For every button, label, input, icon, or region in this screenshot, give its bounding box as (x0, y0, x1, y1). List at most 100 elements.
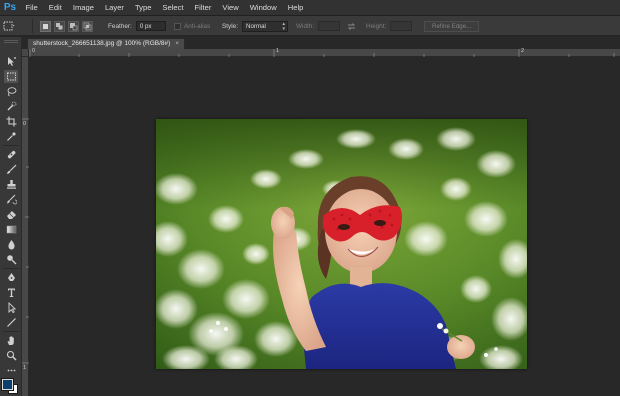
clone-stamp-tool[interactable] (4, 178, 18, 191)
shape-tool[interactable] (4, 316, 18, 329)
menu-select[interactable]: Select (157, 0, 189, 16)
blur-tool[interactable] (4, 238, 18, 251)
foreground-color-swatch[interactable] (1, 378, 14, 391)
width-label: Width: (296, 22, 315, 30)
document-photo[interactable] (156, 119, 527, 369)
intersect-selection-button[interactable] (82, 20, 93, 32)
photoshop-logo: Ps (3, 2, 17, 13)
tool-preset-picker[interactable] (3, 19, 33, 33)
ruler-label: 1 (276, 48, 280, 54)
type-tool[interactable] (4, 286, 18, 299)
vertical-ruler[interactable]: 0 1 (22, 57, 29, 396)
pen-icon (7, 273, 15, 281)
toolbar-divider (3, 145, 19, 146)
width-field[interactable] (318, 21, 341, 31)
crop-tool[interactable] (4, 115, 18, 128)
style-select[interactable]: Normal ▴ ▾ (241, 20, 288, 32)
color-swatches (1, 378, 20, 395)
toolbar-divider (3, 331, 19, 332)
horizontal-ruler-ticks (29, 49, 615, 57)
new-selection-icon (43, 23, 48, 29)
photo-girl-in-red-mask (156, 119, 527, 369)
gradient-tool[interactable] (4, 223, 18, 236)
stamp-icon (6, 180, 16, 189)
eraser-icon (6, 211, 16, 219)
swap-arrows-icon[interactable] (347, 22, 356, 31)
pen-tool[interactable] (4, 271, 18, 284)
history-brush-tool[interactable] (4, 193, 18, 206)
eraser-tool[interactable] (4, 208, 18, 221)
move-icon (7, 57, 16, 66)
bandage-icon (7, 150, 15, 159)
new-selection-button[interactable] (40, 20, 51, 32)
style-select-value: Normal (245, 22, 266, 30)
eyedropper-icon (6, 132, 16, 141)
quick-selection-tool[interactable] (4, 100, 18, 113)
intersect-selection-icon (83, 22, 92, 30)
document-tab-bar: shutterstock_266651138.jpg @ 100% (RGB/8… (22, 37, 620, 49)
ruler-label: 0 (23, 121, 27, 127)
menu-image[interactable]: Image (67, 0, 99, 16)
updown-arrows-icon: ▴ ▾ (282, 20, 285, 32)
quick-selection-icon (7, 101, 16, 111)
height-label: Height: (366, 22, 387, 30)
subtract-selection-icon (70, 22, 78, 30)
document-tab[interactable]: shutterstock_266651138.jpg @ 100% (RGB/8… (27, 38, 186, 49)
menu-file[interactable]: File (20, 0, 43, 16)
ruler-origin[interactable] (22, 49, 29, 57)
refine-edge-button[interactable]: Refine Edge... (424, 20, 480, 32)
eyedropper-tool[interactable] (4, 130, 18, 143)
more-tools[interactable] (4, 364, 18, 377)
menu-edit[interactable]: Edit (43, 0, 67, 16)
hand-tool[interactable] (4, 334, 18, 347)
lasso-icon (7, 87, 16, 97)
menu-view[interactable]: View (217, 0, 244, 16)
brush-icon (6, 164, 16, 174)
lasso-tool[interactable] (4, 85, 18, 98)
options-bar: Feather: 0 px Anti-alias Style: Normal ▴… (0, 16, 620, 36)
path-arrow-icon (8, 302, 16, 313)
type-icon (7, 288, 15, 297)
hand-icon (7, 336, 14, 345)
spot-healing-tool[interactable] (4, 148, 18, 161)
dodge-tool[interactable] (4, 253, 18, 266)
vertical-ruler-ticks (22, 118, 29, 364)
anti-alias-checkbox[interactable] (174, 22, 181, 30)
ruler-label: 2 (521, 48, 525, 54)
tools-panel (0, 37, 22, 396)
rect-marquee-icon (3, 21, 15, 31)
rectangular-marquee-icon (6, 72, 16, 81)
dodge-icon (6, 255, 16, 265)
menu-layer[interactable]: Layer (99, 0, 129, 16)
menu-filter[interactable]: Filter (189, 0, 217, 16)
document-title: shutterstock_266651138.jpg @ 100% (RGB/8… (33, 40, 171, 47)
toolbar-divider (3, 268, 19, 269)
line-shape-icon (6, 318, 16, 327)
zoom-tool[interactable] (4, 349, 18, 362)
ruler-label: 0 (32, 48, 36, 54)
brush-tool[interactable] (4, 163, 18, 176)
close-tab-icon[interactable]: × (175, 39, 179, 49)
subtract-selection-button[interactable] (68, 20, 79, 32)
anti-alias-label: Anti-alias (184, 22, 211, 30)
blur-drop-icon (7, 240, 15, 250)
add-selection-icon (56, 22, 63, 29)
move-tool[interactable] (4, 55, 18, 68)
feather-label: Feather: (108, 22, 132, 30)
horizontal-ruler[interactable]: 0 1 2 (29, 48, 620, 57)
menu-window[interactable]: Window (244, 0, 282, 16)
menu-bar: Ps File Edit Image Layer Type Select Fil… (0, 0, 620, 16)
marquee-tool[interactable] (4, 70, 18, 83)
path-selection-tool[interactable] (4, 301, 18, 314)
gradient-icon (6, 225, 16, 234)
panel-grip[interactable] (4, 40, 18, 43)
ellipsis-icon (7, 369, 15, 372)
menu-type[interactable]: Type (129, 0, 156, 16)
height-field[interactable] (390, 21, 413, 31)
magnifier-icon (6, 350, 17, 361)
add-selection-button[interactable] (54, 20, 65, 32)
ruler-label: 1 (23, 365, 27, 371)
menu-help[interactable]: Help (282, 0, 309, 16)
document-canvas[interactable] (29, 57, 620, 396)
feather-field[interactable]: 0 px (135, 21, 166, 31)
